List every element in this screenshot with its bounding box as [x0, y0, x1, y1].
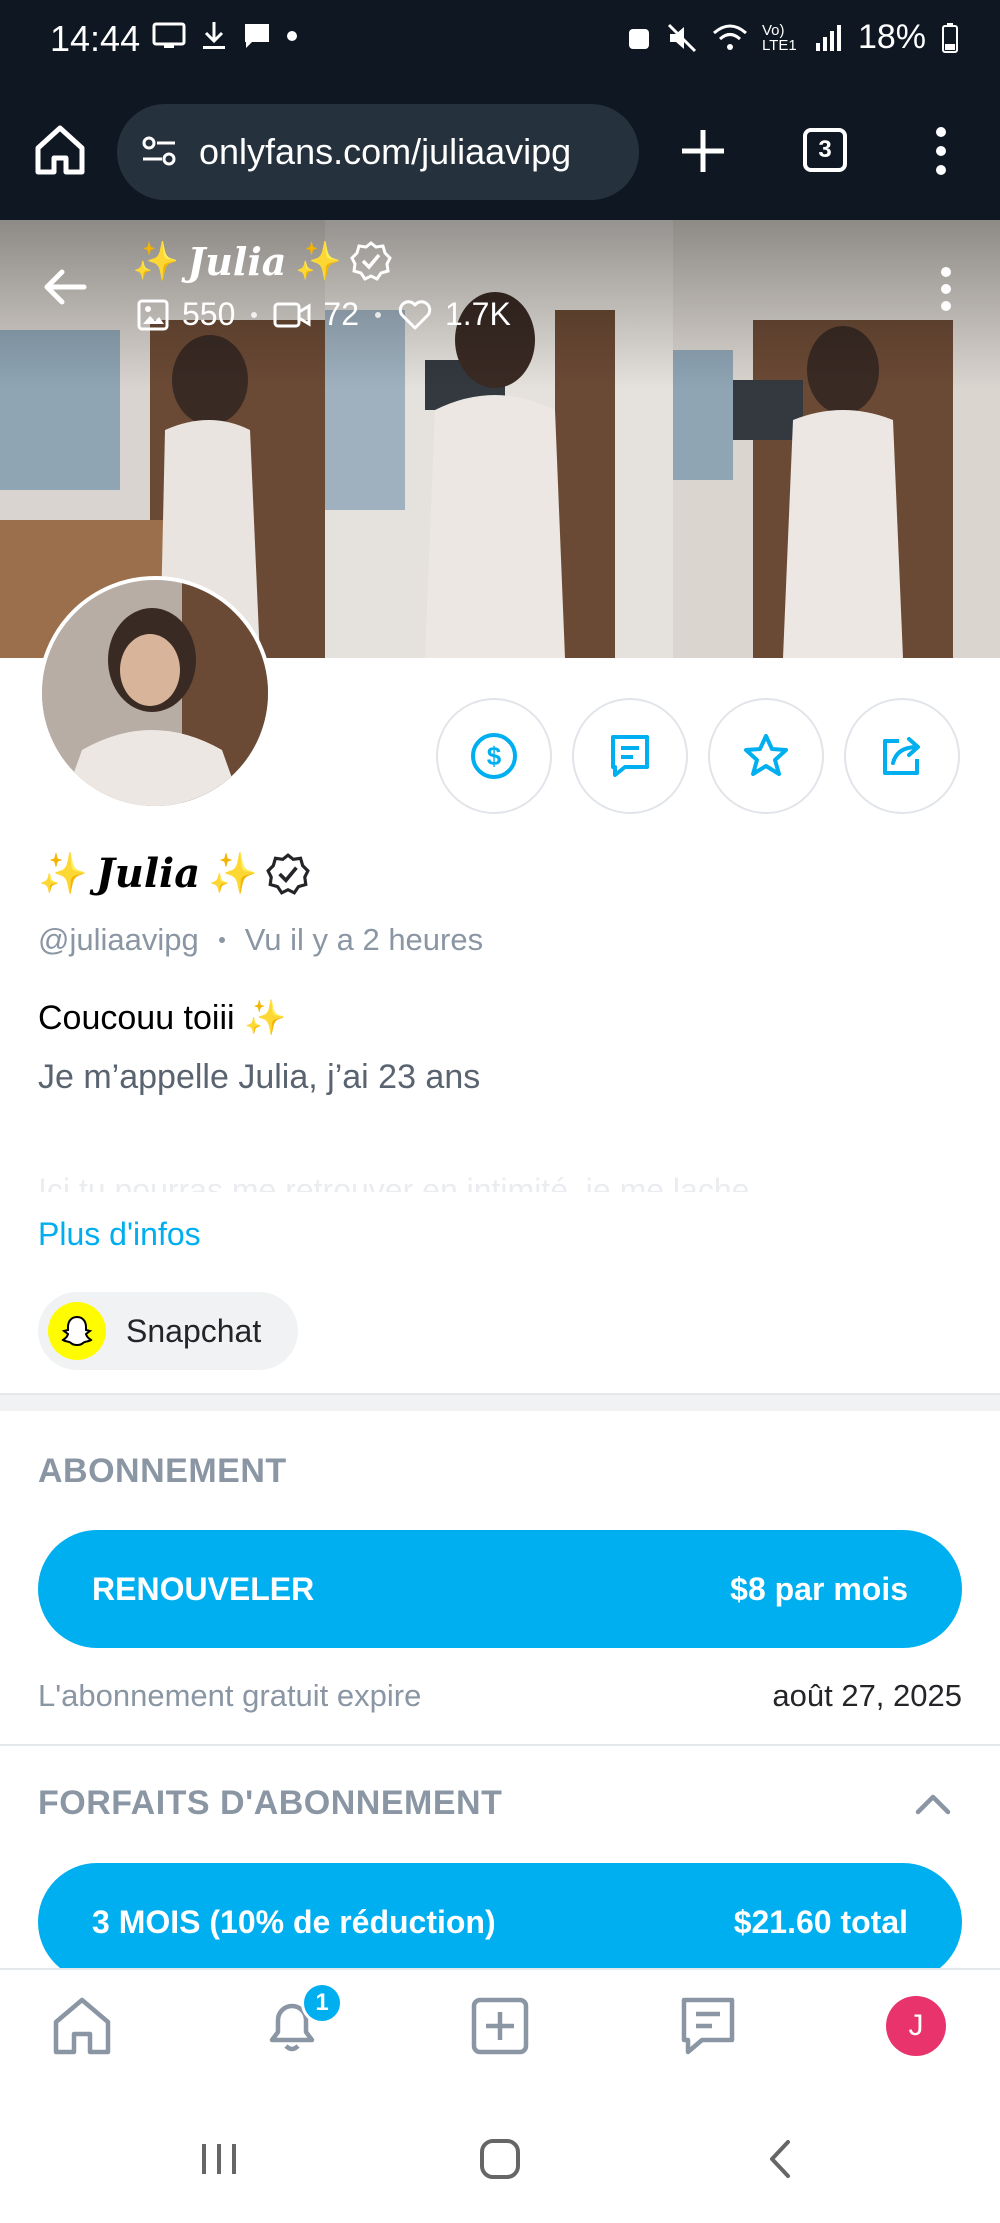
status-bar: 14:44 Vo) LTE1 18%	[0, 0, 1000, 82]
tab-switcher-button[interactable]: 3	[803, 128, 847, 172]
separator-dot	[218, 937, 225, 943]
cover-name-text: Julia	[187, 238, 287, 284]
videos-stat: 72	[273, 296, 359, 333]
nav-new-post[interactable]	[464, 1990, 536, 2062]
back-arrow-icon[interactable]	[40, 262, 90, 312]
separator-dot	[251, 311, 258, 318]
sparkle-icon: ✨	[132, 238, 180, 283]
bundle-label: 3 MOIS (10% de réduction)	[92, 1903, 496, 1940]
expire-label: L'abonnement gratuit expire	[38, 1678, 422, 1713]
photos-count: 550	[182, 296, 236, 332]
videos-count: 72	[323, 296, 359, 332]
more-info-link[interactable]: Plus d'infos	[38, 1216, 201, 1253]
status-left-icons	[152, 20, 298, 52]
wifi-icon	[712, 24, 747, 50]
share-icon	[883, 737, 920, 775]
signal-icon	[815, 24, 841, 51]
mute-icon	[667, 23, 696, 52]
status-time: 14:44	[50, 18, 141, 59]
browser-toolbar: onlyfans.com/juliaavipg 3	[0, 82, 1000, 220]
address-bar[interactable]: onlyfans.com/juliaavipg	[117, 104, 639, 200]
likes-stat: 1.7K	[397, 296, 511, 333]
profile-name: ✨ Julia ✨	[38, 850, 310, 897]
verified-badge-icon	[349, 241, 392, 281]
browser-menu-icon[interactable]	[935, 126, 947, 176]
section-divider	[0, 1393, 1000, 1411]
separator-dot	[374, 311, 381, 318]
nav-notifications[interactable]: 1	[256, 1982, 343, 2062]
notification-badge: 1	[301, 1982, 343, 2024]
subscription-title: ABONNEMENT	[38, 1452, 287, 1490]
battery-percent: 18%	[857, 18, 926, 56]
bundle-3-months-button[interactable]: 3 MOIS (10% de réduction) $21.60 total	[38, 1863, 962, 1981]
profile-handle: @juliaavipg	[38, 922, 199, 957]
cover-profile-name: ✨ Julia ✨	[132, 238, 392, 284]
sparkle-icon: ✨	[38, 850, 88, 897]
new-tab-icon[interactable]	[678, 126, 728, 176]
bio-line-faded: Ici tu pourras me retrouver en intimité,…	[38, 1172, 750, 1192]
video-icon	[273, 302, 311, 327]
section-divider	[0, 1744, 1000, 1746]
chat-icon	[611, 735, 649, 777]
dollar-coin-icon: $	[471, 733, 517, 779]
alarm-icon	[628, 28, 649, 49]
download-icon	[203, 22, 225, 49]
verified-badge-icon	[266, 852, 310, 895]
profile-handle-row: @juliaavipg Vu il y a 2 heures	[38, 922, 483, 958]
share-button[interactable]	[844, 698, 960, 814]
heart-icon	[398, 299, 432, 329]
screen-cast-icon	[152, 22, 186, 48]
image-icon	[137, 299, 169, 330]
home-icon	[53, 1997, 111, 2055]
chevron-up-icon[interactable]	[910, 1782, 956, 1828]
svg-text:$: $	[487, 741, 502, 771]
battery-icon	[942, 22, 958, 53]
site-settings-icon[interactable]	[137, 129, 183, 175]
tip-button[interactable]: $	[436, 698, 552, 814]
favorite-button[interactable]	[708, 698, 824, 814]
status-right-icons: Vo) LTE1 18%	[626, 18, 960, 57]
renew-subscription-button[interactable]: RENOUVELER $8 par mois	[38, 1530, 962, 1648]
profile-avatar[interactable]	[38, 576, 272, 810]
home-button-icon[interactable]	[475, 2136, 525, 2182]
bottom-navigation: 1 J	[0, 1968, 1000, 2092]
bundle-price: $21.60 total	[733, 1903, 908, 1940]
home-icon[interactable]	[30, 120, 90, 180]
user-avatar: J	[886, 1996, 946, 2056]
cover-stats: 550 72 1.7K	[136, 296, 511, 333]
renew-label: RENOUVELER	[92, 1570, 315, 1607]
sparkle-icon: ✨	[294, 238, 342, 283]
back-button-icon[interactable]	[756, 2136, 806, 2182]
profile-name-text: Julia	[95, 850, 201, 897]
message-icon	[245, 24, 269, 48]
recent-apps-icon[interactable]	[194, 2136, 244, 2182]
nav-profile[interactable]: J	[880, 1990, 952, 2062]
nav-home[interactable]	[46, 1990, 118, 2062]
star-icon	[744, 734, 788, 776]
snapchat-label: Snapchat	[126, 1312, 262, 1349]
url-text[interactable]: onlyfans.com/juliaavipg	[199, 131, 571, 173]
nav-messages[interactable]	[672, 1990, 744, 2062]
photos-stat: 550	[136, 296, 235, 333]
expire-date: août 27, 2025	[772, 1678, 962, 1713]
snapchat-link[interactable]: Snapchat	[38, 1292, 298, 1370]
system-navigation	[0, 2092, 1000, 2223]
renew-price: $8 par mois	[730, 1570, 908, 1607]
bio-line: Coucouu toiii ✨	[38, 999, 287, 1037]
profile-menu-icon[interactable]	[940, 266, 952, 312]
bundles-title: FORFAITS D'ABONNEMENT	[38, 1784, 503, 1822]
snapchat-icon	[48, 1302, 106, 1360]
network-label: Vo) LTE1	[761, 21, 797, 54]
profile-actions: $	[436, 698, 960, 814]
sparkle-icon: ✨	[208, 850, 258, 897]
add-post-icon	[471, 1997, 529, 2055]
likes-count: 1.7K	[444, 296, 511, 332]
message-button[interactable]	[572, 698, 688, 814]
dot-icon	[287, 31, 297, 41]
chat-icon	[681, 1997, 735, 2055]
bio-line: Je m’appelle Julia, j’ai 23 ans	[38, 1058, 481, 1096]
last-seen: Vu il y a 2 heures	[244, 922, 484, 957]
